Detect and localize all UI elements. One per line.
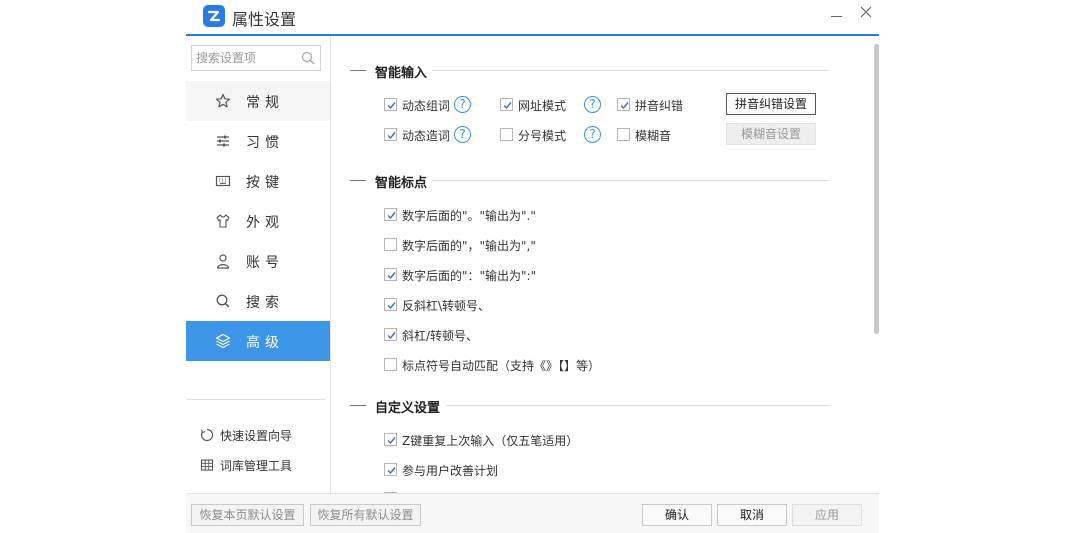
section-rule [446, 405, 829, 406]
sliders-icon [215, 133, 231, 149]
section-dash [350, 180, 366, 181]
help-icon[interactable]: ? [454, 96, 471, 113]
keyboard-icon [215, 173, 231, 189]
option-label: 模糊音 [635, 129, 672, 143]
sidebar-item-label: 账号 [246, 255, 284, 271]
sidebar-item-account[interactable]: 账号 [186, 241, 330, 281]
checkbox[interactable] [384, 463, 397, 476]
checkbox[interactable] [384, 268, 397, 281]
shirt-icon [215, 213, 231, 229]
checkbox[interactable] [384, 98, 397, 111]
option-label: 数字后面的"。"输出为"." [402, 209, 536, 223]
confirm-button[interactable]: 确认 [642, 504, 712, 526]
sidebar-item-keys[interactable]: 按键 [186, 161, 330, 201]
title-bar[interactable]: 属性设置 [186, 0, 879, 34]
option-label: 动态造词 [402, 129, 451, 143]
option-label: 数字后面的"，"输出为"," [402, 239, 536, 253]
fuzzy-settings-button[interactable]: 模糊音设置 [726, 123, 816, 145]
sidebar-item-advanced[interactable]: 高级 [186, 321, 330, 361]
star-icon [215, 93, 231, 109]
restore-all-defaults-button[interactable]: 恢复所有默认设置 [310, 504, 421, 526]
section-dash [350, 405, 366, 406]
window-title: 属性设置 [232, 10, 297, 29]
sidebar-item-label: 常规 [246, 95, 284, 111]
sidebar-item-label: 高级 [246, 335, 284, 351]
section-rule [432, 180, 829, 181]
content-scrollbar[interactable] [874, 44, 879, 334]
option-label: 拼音纠错 [635, 99, 684, 113]
checkbox[interactable] [617, 98, 630, 111]
layers-icon [215, 333, 231, 349]
checkbox[interactable] [384, 208, 397, 221]
checkbox[interactable] [384, 128, 397, 141]
sidebar-item-habits[interactable]: 习惯 [186, 121, 330, 161]
option-label: 标点符号自动匹配（支持《》【】等） [402, 359, 601, 373]
sidebar-item-general[interactable]: 常规 [186, 81, 330, 121]
option-label: 数字后面的"："输出为":" [402, 269, 537, 283]
section-title: 智能输入 [375, 66, 428, 81]
sidebar: 常规 习惯 按键 外观 [186, 36, 331, 493]
pinyin-correct-settings-button[interactable]: 拼音纠错设置 [726, 93, 816, 115]
section-header-custom: 自定义设置 [332, 397, 852, 416]
search-icon [215, 293, 231, 309]
settings-window: 属性设置 常规 习惯 [186, 0, 879, 533]
section-rule [432, 70, 829, 71]
checkbox[interactable] [384, 433, 397, 446]
option-label: 参与用户改善计划 [402, 464, 499, 478]
quick-setup-wizard-label: 快速设置向导 [220, 429, 293, 443]
sidebar-item-label: 外观 [246, 215, 284, 231]
refresh-icon [200, 428, 214, 442]
cancel-button[interactable]: 取消 [717, 504, 787, 526]
section-header-smart-punct: 智能标点 [332, 172, 852, 191]
checkbox[interactable] [384, 238, 397, 251]
search-icon[interactable] [300, 50, 316, 66]
sidebar-item-label: 按键 [246, 175, 284, 191]
restore-page-defaults-button[interactable]: 恢复本页默认设置 [191, 504, 304, 526]
section-title: 智能标点 [375, 176, 428, 191]
search-box[interactable] [191, 45, 321, 71]
option-label: 动态组词 [402, 99, 451, 113]
minimize-button[interactable] [826, 6, 846, 26]
option-label: Z键重复上次输入（仅五笔适用） [402, 434, 579, 448]
grid-icon [200, 458, 214, 472]
checkbox[interactable] [384, 328, 397, 341]
sidebar-nav: 常规 习惯 按键 外观 账号 搜索 高级 [186, 81, 330, 361]
section-dash [350, 70, 366, 71]
sidebar-divider [186, 399, 326, 400]
section-title: 自定义设置 [375, 401, 441, 416]
sidebar-item-appearance[interactable]: 外观 [186, 201, 330, 241]
option-label: 网址模式 [518, 99, 567, 113]
settings-content[interactable]: 智能输入 动态组词 ? 网址模式 ? 拼音纠错 拼音纠错设置 动态造词 ? 分号… [332, 36, 872, 493]
checkbox[interactable] [384, 298, 397, 311]
checkbox[interactable] [500, 128, 513, 141]
option-label: 反斜杠\转顿号、 [402, 299, 491, 313]
option-label: 分号模式 [518, 129, 567, 143]
dictionary-tool-label: 词库管理工具 [220, 459, 293, 473]
sidebar-item-search[interactable]: 搜索 [186, 281, 330, 321]
checkbox[interactable] [384, 358, 397, 371]
footer-bar: 恢复本页默认设置 恢复所有默认设置 确认 取消 应用 [186, 493, 879, 533]
checkbox[interactable] [617, 128, 630, 141]
help-icon[interactable]: ? [584, 96, 601, 113]
search-input[interactable] [192, 46, 296, 70]
app-logo-icon [203, 5, 225, 27]
apply-button[interactable]: 应用 [792, 504, 862, 526]
sidebar-item-label: 习惯 [246, 135, 284, 151]
close-button[interactable] [856, 2, 876, 22]
checkbox[interactable] [500, 98, 513, 111]
option-label: 斜杠/转顿号、 [402, 329, 479, 343]
help-icon[interactable]: ? [584, 126, 601, 143]
sidebar-item-label: 搜索 [246, 295, 284, 311]
section-header-smart-input: 智能输入 [332, 62, 852, 81]
user-icon [215, 253, 231, 269]
help-icon[interactable]: ? [454, 126, 471, 143]
